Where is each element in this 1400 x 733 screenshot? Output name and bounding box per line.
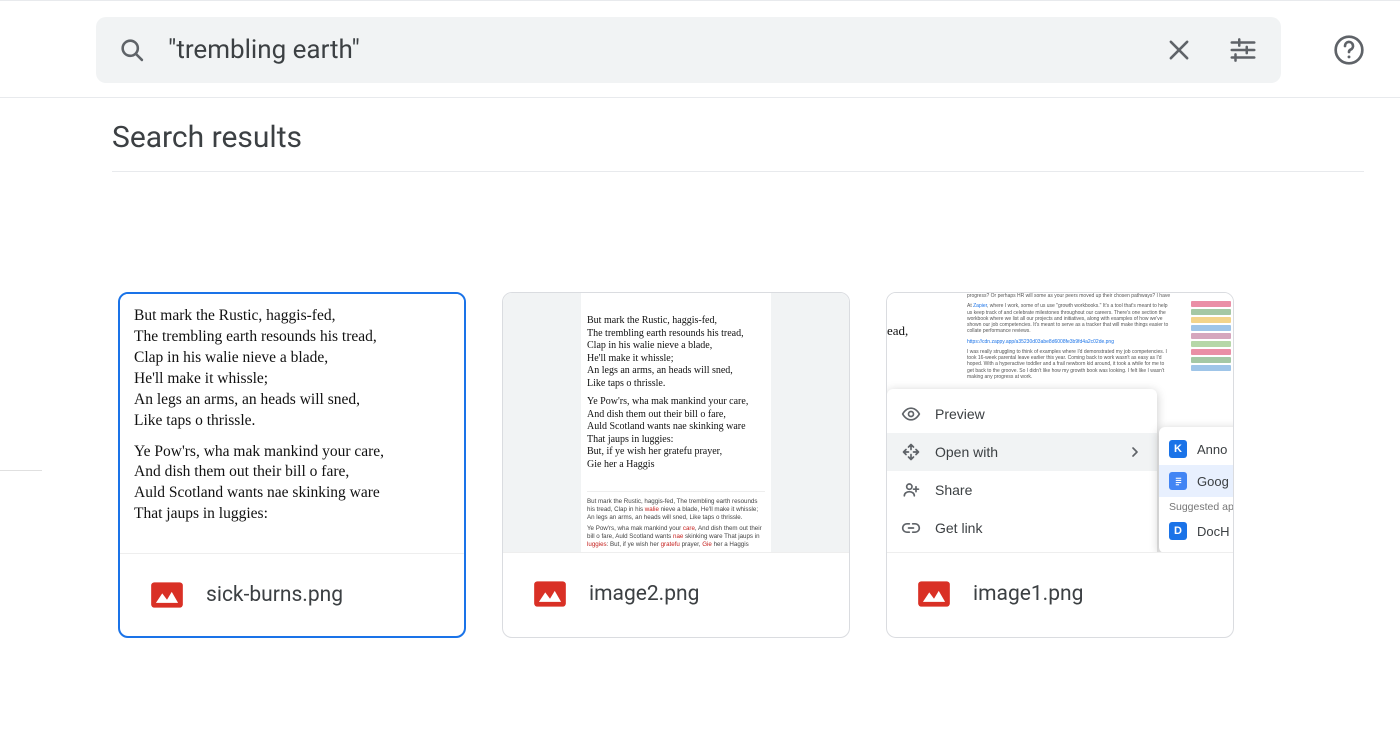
context-menu-item-open-with[interactable]: Open with bbox=[887, 433, 1157, 471]
search-icon bbox=[118, 36, 146, 64]
submenu-label: Goog bbox=[1197, 474, 1229, 489]
file-name: image1.png bbox=[973, 582, 1083, 606]
file-name: sick-burns.png bbox=[206, 583, 343, 607]
link-icon bbox=[901, 518, 921, 538]
help-icon[interactable] bbox=[1333, 34, 1365, 66]
file-thumbnail: But mark the Rustic, haggis-fed, The tre… bbox=[120, 294, 464, 554]
image-file-icon bbox=[915, 575, 953, 613]
page-title: Search results bbox=[112, 120, 1364, 155]
poem-line: The trembling earth resounds his tread, bbox=[134, 328, 377, 345]
context-menu-label: Share bbox=[935, 482, 972, 498]
image-file-icon bbox=[531, 575, 569, 613]
context-submenu: K Anno Goog Suggested apps D DocH bbox=[1159, 427, 1233, 553]
document-minimap bbox=[1191, 301, 1231, 371]
submenu-item[interactable]: D DocH bbox=[1159, 515, 1233, 547]
eye-icon bbox=[901, 404, 921, 424]
file-card[interactable]: But mark the Rustic, haggis-fed, The tre… bbox=[502, 292, 850, 638]
submenu-item[interactable]: K Anno bbox=[1159, 433, 1233, 465]
search-results-grid: But mark the Rustic, haggis-fed, The tre… bbox=[118, 292, 1400, 638]
image-file-icon bbox=[148, 576, 186, 614]
poem-line: But mark the Rustic, haggis-fed, bbox=[134, 307, 335, 324]
chevron-right-icon bbox=[1127, 444, 1143, 460]
person-add-icon bbox=[901, 480, 921, 500]
app-icon: K bbox=[1169, 440, 1187, 458]
poem-line: Like taps o thrissle. bbox=[134, 412, 255, 429]
poem-line: An legs an arms, an heads will sned, bbox=[134, 391, 360, 408]
file-thumbnail: ead, progress? Or perhaps HR will some a… bbox=[887, 293, 1233, 553]
context-menu-label: Get link bbox=[935, 520, 982, 536]
submenu-label: Anno bbox=[1197, 442, 1227, 457]
cropped-text: ead, bbox=[887, 323, 908, 339]
search-options-icon[interactable] bbox=[1227, 34, 1259, 66]
search-input[interactable] bbox=[168, 35, 1163, 65]
poem-line: Clap in his walie nieve a blade, bbox=[134, 349, 328, 366]
file-card[interactable]: But mark the Rustic, haggis-fed, The tre… bbox=[118, 292, 466, 638]
submenu-section-label: Suggested apps bbox=[1159, 497, 1233, 515]
open-with-icon bbox=[901, 442, 921, 462]
context-menu-item-share[interactable]: Share bbox=[887, 471, 1157, 509]
poem-line: That jaups in luggies: bbox=[134, 505, 268, 522]
context-menu-item-get-link[interactable]: Get link bbox=[887, 509, 1157, 547]
context-menu-item-add-to-workspace[interactable]: Add to workspace bbox=[887, 547, 1157, 553]
submenu-label: DocH bbox=[1197, 524, 1230, 539]
context-menu-label: Open with bbox=[935, 444, 998, 460]
search-bar[interactable] bbox=[96, 17, 1281, 83]
sidebar-stub bbox=[0, 470, 42, 506]
app-icon bbox=[1169, 472, 1187, 490]
poem-line: Ye Pow'rs, wha mak mankind your care, bbox=[134, 443, 384, 460]
context-menu-item-preview[interactable]: Preview bbox=[887, 395, 1157, 433]
clear-search-button[interactable] bbox=[1163, 34, 1195, 66]
poem-line: And dish them out their bill o fare, bbox=[134, 463, 349, 480]
file-name: image2.png bbox=[589, 582, 699, 606]
context-menu: Preview Open with Share Get link bbox=[887, 389, 1157, 553]
submenu-item[interactable]: Goog bbox=[1159, 465, 1233, 497]
file-card[interactable]: ead, progress? Or perhaps HR will some a… bbox=[886, 292, 1234, 638]
context-menu-label: Preview bbox=[935, 406, 985, 422]
poem-line: Auld Scotland wants nae skinking ware bbox=[134, 484, 380, 501]
app-icon: D bbox=[1169, 522, 1187, 540]
poem-line: He'll make it whissle; bbox=[134, 370, 268, 387]
file-thumbnail: But mark the Rustic, haggis-fed, The tre… bbox=[503, 293, 849, 553]
